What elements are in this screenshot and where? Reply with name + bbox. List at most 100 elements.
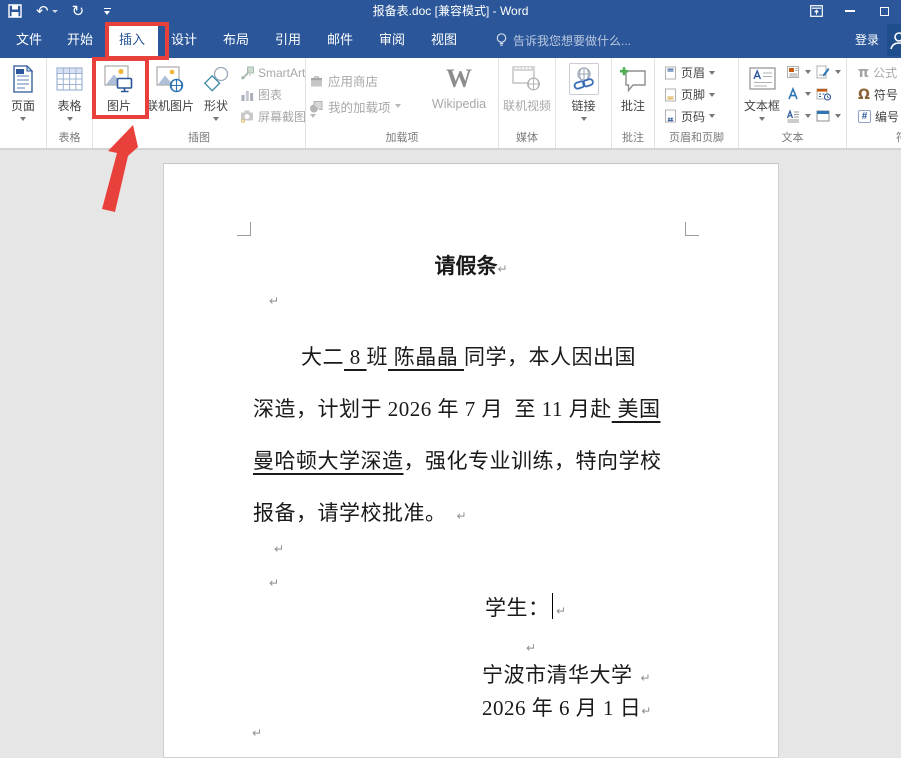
drop-cap-button[interactable] [785,106,815,126]
date-time-button[interactable] [815,84,845,104]
underlined-university: 曼哈顿大学深造 [253,449,404,473]
online-pictures-button[interactable]: 联机图片 [145,58,195,128]
tab-view[interactable]: 视图 [418,22,470,58]
text-cursor [552,593,554,619]
footer-label: 页脚 [681,86,705,103]
footer-icon [664,88,677,102]
maximize-button[interactable] [867,0,901,22]
body-line-1: 大二 8 班 陈晶晶 同学，本人因出国 [301,341,636,371]
table-dropdown-arrow [67,117,73,121]
tab-mailings[interactable]: 邮件 [314,22,366,58]
pilcrow-mark: ↵ [269,576,279,590]
screenshot-button[interactable]: 屏幕截图 [237,106,305,126]
document-area[interactable]: 请假条↵ ↵ 大二 8 班 陈晶晶 同学，本人因出国 深造，计划于 2026 年… [0,150,901,758]
textbox-button[interactable]: 文本框 [739,58,785,128]
minimize-icon [845,10,855,12]
tab-references[interactable]: 引用 [262,22,314,58]
shapes-dropdown-arrow [213,117,219,121]
object-button[interactable] [815,106,845,126]
picture-icon [104,63,134,95]
document-page[interactable]: 请假条↵ ↵ 大二 8 班 陈晶晶 同学，本人因出国 深造，计划于 2026 年… [163,163,779,758]
footer-button[interactable]: 页脚 [661,85,738,105]
page-number-icon [664,109,677,123]
tab-layout[interactable]: 布局 [210,22,262,58]
shapes-icon [203,63,230,95]
quick-parts-icon [786,65,800,79]
wordart-dropdown-arrow [805,92,811,96]
picture-button[interactable]: 图片 [93,58,145,128]
symbol-label: 符号 [874,86,898,103]
pilcrow-mark: ↵ [556,604,566,618]
store-icon [309,73,324,88]
store-button[interactable]: 应用商店 [306,68,426,92]
body-line-2: 深造，计划于 2026 年 7 月 至 11 月赴 美国 [253,393,660,423]
pilcrow-mark: ↵ [269,294,279,308]
number-icon: # [858,110,871,123]
wikipedia-button[interactable]: W Wikipedia [426,58,492,128]
tell-me-box[interactable]: 告诉我您想要做什么... [496,22,631,58]
tab-review[interactable]: 审阅 [366,22,418,58]
group-media: 联机视频 媒体 [499,58,556,148]
group-label-tables: 表格 [47,129,92,145]
tell-me-label: 告诉我您想要做什么... [513,32,631,49]
header-icon [664,66,677,80]
document-title: 请假条 [434,254,497,278]
school-line: 宁波市清华大学↵ [482,659,651,689]
signature-line-icon [816,65,830,79]
group-label-text: 文本 [739,129,846,145]
pilcrow-mark: ↵ [274,542,284,556]
wikipedia-icon: W [446,63,472,95]
sign-in-button[interactable]: 登录 [855,22,879,58]
smartart-button[interactable]: SmartArt [237,63,305,83]
group-header-footer: 页眉 页脚 页码 [655,58,739,148]
ribbon-display-options-button[interactable] [799,0,833,22]
minimize-button[interactable] [833,0,867,22]
textbox-icon [749,63,776,95]
my-addins-button[interactable]: 我的加载项 [306,94,426,118]
smartart-icon [240,66,254,80]
smartart-label: SmartArt [258,66,305,80]
page-number-button[interactable]: 页码 [661,106,738,126]
group-addins: 应用商店 我的加载项 W Wikipedia 加载项 [306,58,499,148]
tab-file[interactable]: 文件 [4,22,54,58]
link-button[interactable]: 链接 [556,58,611,128]
quick-parts-button[interactable] [785,62,815,82]
number-button[interactable]: # 编号 [855,106,901,126]
chart-button[interactable]: 图表 [237,85,305,105]
drop-cap-icon [786,109,800,123]
page-number-dropdown-arrow [709,114,715,118]
my-addins-icon [309,99,324,114]
pilcrow-mark: ↵ [497,262,507,276]
table-button[interactable]: 表格 [47,58,92,128]
symbol-icon: Ω [858,87,870,103]
tab-design[interactable]: 设计 [158,22,210,58]
chart-icon [240,88,254,102]
body-line-4: 报备，请学校批准。↵ [253,497,467,527]
tab-insert[interactable]: 插入 [106,22,158,58]
header-button[interactable]: 页眉 [661,63,738,83]
shapes-button[interactable]: 形状 [195,58,237,128]
group-label-symbols: 符号 [847,129,901,145]
pilcrow-mark: ↵ [526,641,536,655]
equation-button[interactable]: π 公式 [855,63,901,83]
share-person-icon[interactable] [887,24,901,56]
symbol-button[interactable]: Ω 符号 [855,85,901,105]
underlined-student-name: 陈晶晶 [388,345,464,369]
pages-label: 页面 [11,97,35,114]
tab-home[interactable]: 开始 [54,22,106,58]
maximize-icon [880,7,889,16]
wordart-button[interactable] [785,84,815,104]
header-label: 页眉 [681,64,705,81]
wordart-icon [786,87,800,101]
chart-label: 图表 [258,86,282,103]
body-line-3: 曼哈顿大学深造，强化专业训练，特向学校 [253,445,662,475]
comment-button[interactable]: 批注 [612,58,654,128]
pilcrow-mark: ↵ [457,509,467,523]
quick-parts-dropdown-arrow [805,70,811,74]
pages-button[interactable]: 页面 [0,58,46,128]
date-line: 2026 年 6 月 1 日↵ [482,692,651,722]
group-links: 链接 [556,58,612,148]
group-illustrations: 图片 联机图片 形状 [93,58,306,148]
online-video-button[interactable]: 联机视频 [499,58,555,128]
signature-line-button[interactable] [815,62,845,82]
